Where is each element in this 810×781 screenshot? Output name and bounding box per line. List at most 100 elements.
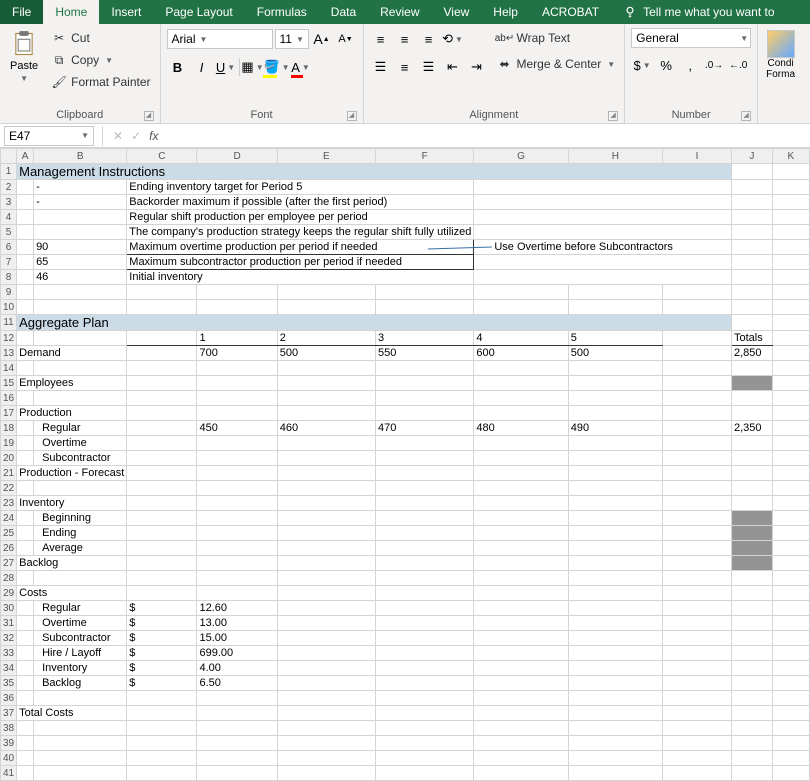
cell[interactable] [127, 391, 197, 406]
period-header[interactable]: 5 [568, 331, 662, 346]
cell[interactable] [731, 706, 772, 721]
cell[interactable] [376, 751, 474, 766]
cell[interactable]: $ [127, 646, 197, 661]
cell[interactable]: Average [34, 541, 127, 556]
cell[interactable] [34, 285, 127, 300]
accounting-format-button[interactable]: $▼ [631, 54, 653, 76]
conditional-formatting-button[interactable]: Condi Forma [764, 28, 797, 82]
accept-formula-button[interactable]: ✓ [131, 129, 141, 143]
cell[interactable] [731, 631, 772, 646]
cell[interactable] [663, 571, 732, 586]
cell[interactable] [127, 406, 197, 421]
cell[interactable]: Demand [17, 346, 127, 361]
cell[interactable] [277, 706, 375, 721]
cell[interactable] [197, 691, 277, 706]
cell[interactable] [772, 736, 809, 751]
cell[interactable] [197, 300, 277, 315]
cell[interactable] [474, 586, 568, 601]
cell[interactable] [568, 300, 662, 315]
cell[interactable]: 15.00 [197, 631, 277, 646]
cell[interactable] [663, 421, 732, 436]
row-header[interactable]: 25 [1, 526, 17, 541]
dialog-launcher-icon[interactable]: ◢ [741, 111, 751, 121]
cell[interactable] [474, 210, 732, 225]
cell[interactable] [34, 736, 127, 751]
cell[interactable] [17, 676, 34, 691]
tab-file[interactable]: File [0, 0, 43, 24]
cell[interactable] [376, 391, 474, 406]
cell[interactable] [197, 586, 277, 601]
cell[interactable] [127, 451, 197, 466]
cell[interactable] [376, 616, 474, 631]
cell[interactable] [376, 721, 474, 736]
cell[interactable] [17, 300, 34, 315]
cell[interactable] [568, 601, 662, 616]
cell[interactable]: 450 [197, 421, 277, 436]
cell[interactable] [772, 210, 809, 225]
tab-home[interactable]: Home [43, 0, 99, 24]
cell[interactable] [127, 556, 197, 571]
row-header[interactable]: 36 [1, 691, 17, 706]
cell[interactable] [376, 285, 474, 300]
cell[interactable] [772, 331, 809, 346]
cell[interactable]: Overtime [34, 436, 127, 451]
cell[interactable] [277, 556, 375, 571]
cell[interactable] [731, 541, 772, 556]
cell[interactable] [663, 616, 732, 631]
cell[interactable] [474, 736, 568, 751]
cell[interactable] [663, 541, 732, 556]
row-header[interactable]: 34 [1, 661, 17, 676]
orientation-button[interactable]: ⟲▼ [442, 28, 464, 50]
cell[interactable] [17, 331, 34, 346]
cell[interactable] [376, 361, 474, 376]
cell[interactable] [731, 210, 772, 225]
row-header[interactable]: 7 [1, 255, 17, 270]
cell[interactable] [34, 766, 127, 781]
cell[interactable] [17, 691, 34, 706]
cell[interactable] [376, 601, 474, 616]
align-bottom-button[interactable]: ≡ [418, 28, 440, 50]
cell[interactable] [731, 300, 772, 315]
cell[interactable]: Inventory [17, 496, 127, 511]
cell[interactable]: The company's production strategy keeps … [127, 225, 474, 240]
cell[interactable] [772, 361, 809, 376]
cell[interactable] [376, 496, 474, 511]
cell[interactable]: Initial inventory [127, 270, 474, 285]
cell[interactable] [127, 736, 197, 751]
align-center-button[interactable]: ≡ [394, 56, 416, 78]
cell[interactable] [34, 571, 127, 586]
cell[interactable] [127, 361, 197, 376]
cell[interactable] [277, 436, 375, 451]
cell[interactable] [376, 300, 474, 315]
cell[interactable] [731, 180, 772, 195]
cell[interactable] [731, 481, 772, 496]
cell[interactable] [772, 285, 809, 300]
cell[interactable] [663, 285, 732, 300]
copy-button[interactable]: ⧉ Copy ▼ [48, 50, 153, 70]
align-top-button[interactable]: ≡ [370, 28, 392, 50]
select-all-button[interactable] [1, 149, 17, 164]
cell[interactable] [197, 285, 277, 300]
cell[interactable] [277, 496, 375, 511]
font-name-dropdown[interactable]: Arial▼ [167, 29, 273, 49]
col-header[interactable]: B [34, 149, 127, 164]
cell[interactable] [277, 586, 375, 601]
cell[interactable] [277, 406, 375, 421]
cell[interactable] [277, 511, 375, 526]
row-header[interactable]: 2 [1, 180, 17, 195]
cell[interactable]: Subcontractor [34, 631, 127, 646]
cell[interactable] [376, 451, 474, 466]
cell[interactable] [17, 180, 34, 195]
cell[interactable] [127, 376, 197, 391]
cell[interactable] [127, 691, 197, 706]
cell[interactable]: $ [127, 601, 197, 616]
cell[interactable] [376, 661, 474, 676]
cell[interactable]: 699.00 [197, 646, 277, 661]
cell[interactable] [277, 541, 375, 556]
cell[interactable]: Production [17, 406, 127, 421]
tell-me[interactable]: Tell me what you want to [611, 0, 786, 24]
cell[interactable] [568, 451, 662, 466]
cell[interactable] [376, 676, 474, 691]
cell[interactable]: 490 [568, 421, 662, 436]
row-header[interactable]: 1 [1, 164, 17, 180]
